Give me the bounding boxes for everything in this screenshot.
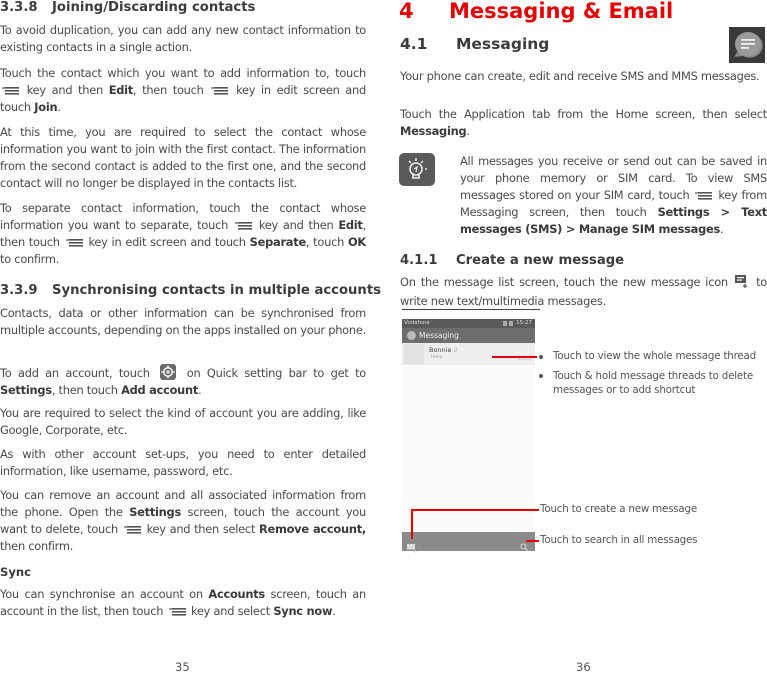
menu-key-icon [211,86,229,95]
paragraph-remove-account: You can remove an account and all associ… [0,488,366,553]
paragraph-account-kind: You are required to select the kind of a… [0,406,366,437]
menu-key-icon [65,238,83,247]
status-time: 15:27 [516,320,532,326]
paragraph-avoid-duplication: To avoid duplication, you can add any ne… [0,23,366,54]
paragraph-add-account: To add an account, touch on Quick settin… [0,364,367,397]
callout-line-thread [492,356,537,358]
paragraph-join-steps: Touch the contact which you want to add … [0,66,366,114]
callout-hold-thread: Touch & hold message threads to delete m… [553,370,754,396]
section-heading-3-3-8: 3.3.8 Joining/Discarding contacts [0,0,256,15]
messaging-small-icon [407,331,416,340]
carrier-label: Vodafone [404,320,430,326]
right-page: 4 Messaging & Email 4.1 Messaging Your pho… [399,0,767,674]
sync-subheading: Sync [0,565,32,579]
divider [402,309,540,310]
paragraph-separate-steps: To separate contact information, touch t… [0,201,366,266]
callout-line-search [526,540,539,542]
menu-key-icon [123,525,141,534]
thread-preview: Hello [431,355,443,360]
status-bar: Vodafone 15:27 [402,319,535,328]
app-bar: Messaging [402,328,535,343]
contact-avatar [404,344,424,364]
thread-contact-name: Bonnie [429,346,452,354]
signal-icon [503,321,507,326]
section-heading-4-1: 4.1 Messaging [400,35,550,53]
callout-line-new-message-vertical [411,509,413,539]
paragraph-join-explanation: At this time, you are required to select… [0,125,366,190]
app-title: Messaging [419,331,459,340]
callout-search: Touch to search in all messages [540,534,698,546]
chapter-heading: 4 Messaging & Email [399,0,674,23]
callout-view-thread: Touch to view the whole message thread [553,350,757,362]
message-thread-row[interactable]: Bonnie 2 Hello 15/11 [402,343,535,365]
settings-gear-icon [160,364,177,380]
battery-icon [509,321,513,326]
section-heading-3-3-9: 3.3.9 Synchronising contacts in multiple … [0,283,381,298]
phone-screenshot: Vodafone 15:27 Messaging Bonnie 2 Hello … [402,319,535,553]
section-heading-4-1-1: 4.1.1 Create a new message [400,253,625,268]
paragraph-account-details: As with other account set-ups, you need … [0,447,366,478]
paragraph-new-message: On the message list screen, touch the ne… [400,275,767,308]
tip-paragraph-sim-messages: All messages you receive or send out can… [460,154,767,236]
menu-key-icon [168,607,186,616]
thread-count: 2 [453,346,458,354]
callout-line-new-message-horizontal [411,509,539,511]
bullet [539,355,543,359]
bullet [539,374,543,378]
paragraph-sync-intro: Contacts, data or other information can … [0,306,366,337]
menu-key-icon [234,221,252,230]
bottom-action-bar [402,532,535,553]
tip-lightbulb-icon [399,153,435,186]
paragraph-sync-now: You can synchronise an account on Accoun… [0,587,366,618]
paragraph-open-messaging: Touch the Application tab from the Home … [400,107,767,138]
menu-key-icon [2,86,19,95]
callout-new-message: Touch to create a new message [540,503,698,515]
page-number: 35 [175,660,190,674]
page-number: 36 [576,660,591,674]
menu-key-icon [695,191,713,200]
new-message-button[interactable] [407,538,418,557]
paragraph-messaging-intro: Your phone can create, edit and receive … [400,69,760,83]
messaging-app-icon [729,27,765,63]
new-message-icon [734,275,749,293]
